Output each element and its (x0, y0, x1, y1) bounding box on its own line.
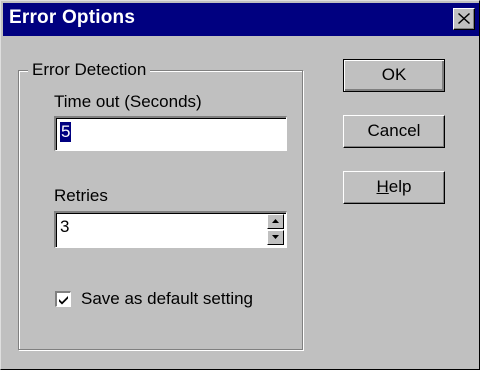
group-legend: Error Detection (28, 60, 151, 80)
spin-down-button[interactable] (267, 230, 284, 245)
retries-spinbox[interactable] (54, 211, 287, 248)
cancel-button[interactable]: Cancel (343, 115, 445, 148)
timeout-label: Time out (Seconds) (54, 92, 202, 111)
arrow-up-icon (272, 219, 279, 223)
save-default-checkbox[interactable] (55, 291, 71, 307)
help-mnemonic: H (376, 177, 389, 196)
help-label-rest: elp (388, 177, 412, 196)
arrow-down-icon (272, 235, 279, 239)
help-button[interactable]: Help (343, 171, 445, 204)
error-options-dialog: Error Options Error Detection Time out (… (0, 0, 480, 370)
save-default-label[interactable]: Save as default setting (81, 289, 253, 309)
checkmark-icon (59, 296, 68, 305)
retries-label: Retries (54, 186, 108, 205)
close-button[interactable] (453, 8, 475, 30)
ok-button[interactable]: OK (343, 59, 445, 92)
timeout-value: 5 (60, 122, 72, 142)
retries-input[interactable] (60, 217, 267, 237)
spin-up-button[interactable] (267, 214, 284, 229)
close-icon (458, 13, 470, 24)
timeout-input[interactable]: 5 (54, 116, 287, 151)
window-title: Error Options (9, 7, 136, 28)
title-bar[interactable]: Error Options (3, 3, 479, 36)
